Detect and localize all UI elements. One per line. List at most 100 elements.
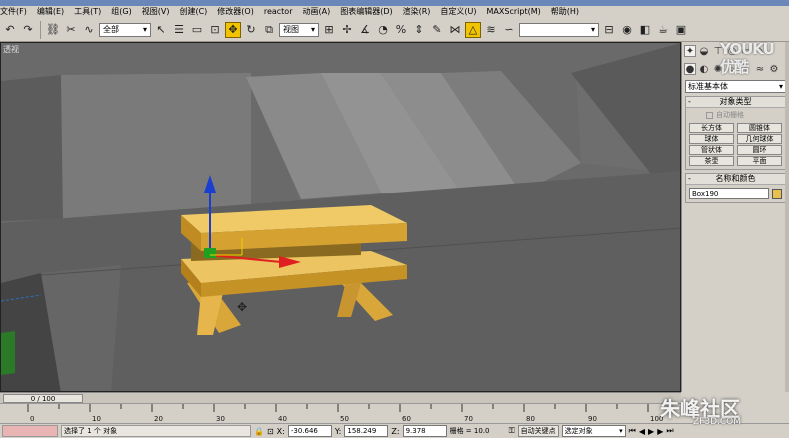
- teapot-button[interactable]: 茶壶: [689, 156, 734, 166]
- menu-views[interactable]: 视图(V): [142, 6, 170, 18]
- menu-help[interactable]: 帮助(H): [551, 6, 579, 18]
- schematic-icon[interactable]: ⊟: [601, 22, 617, 38]
- menu-create[interactable]: 创建(C): [179, 6, 207, 18]
- select-icon[interactable]: ↖: [153, 22, 169, 38]
- key-filter-value: 选定对象: [564, 427, 593, 435]
- curve-editor-icon[interactable]: ∽: [501, 22, 517, 38]
- object-color-swatch[interactable]: [772, 188, 782, 199]
- menu-bar: 文件(F) 编辑(E) 工具(T) 组(G) 视图(V) 创建(C) 修改器(O…: [0, 6, 789, 18]
- chevron-down-icon: ▾: [310, 24, 315, 34]
- render-icon[interactable]: ▣: [673, 22, 689, 38]
- selection-filter-dropdown[interactable]: 全部 ▾: [99, 22, 151, 37]
- cone-button[interactable]: 圆锥体: [737, 123, 782, 133]
- track-bar[interactable]: 0 10 20 30 40 50 60 70 80 90 100: [0, 403, 681, 423]
- menu-rendering[interactable]: 渲染(R): [403, 6, 431, 18]
- menu-modifiers[interactable]: 修改器(O): [217, 6, 254, 18]
- key-filter-dropdown[interactable]: 选定对象 ▾: [561, 425, 626, 437]
- primitive-category-dropdown[interactable]: 标准基本体 ▾: [685, 80, 786, 93]
- menu-animation[interactable]: 动画(A): [302, 6, 330, 18]
- main-toolbar: ↶ ↷ ⛓ ✂ ∿ 全部 ▾ ↖ ☰ ▭ ⊡ ✥ ↻ ⧉ 视图 ▾ ⊞ ✢ ∡ ◔ …: [0, 18, 789, 42]
- perspective-viewport[interactable]: ✥ 透视: [0, 42, 681, 392]
- object-type-header[interactable]: - 对象类型: [686, 97, 785, 108]
- menu-reactor[interactable]: reactor: [264, 6, 293, 18]
- named-selection-dropdown[interactable]: ▾: [519, 22, 599, 37]
- geometry-icon[interactable]: ●: [684, 63, 696, 75]
- ruler-tick-label: 60: [402, 415, 411, 423]
- named-selection-icon[interactable]: ✎: [429, 22, 445, 38]
- coord-system-dropdown[interactable]: 视图 ▾: [279, 22, 319, 37]
- next-frame-icon[interactable]: ▶: [657, 427, 663, 436]
- maxscript-listener-box[interactable]: [2, 425, 58, 437]
- command-panel-scrollbar[interactable]: [785, 42, 789, 392]
- snap-icon[interactable]: ∡: [357, 22, 373, 38]
- tube-button[interactable]: 管状体: [689, 145, 734, 155]
- select-by-name-icon[interactable]: ☰: [171, 22, 187, 38]
- ruler-tick-label: 50: [340, 415, 349, 423]
- scale-icon[interactable]: ⧉: [261, 22, 277, 38]
- box-button[interactable]: 长方体: [689, 123, 734, 133]
- shapes-icon[interactable]: ◐: [698, 63, 710, 75]
- align-icon[interactable]: △: [465, 21, 481, 38]
- time-slider-thumb[interactable]: 0 / 100: [3, 394, 83, 403]
- menu-customize[interactable]: 自定义(U): [440, 6, 476, 18]
- torus-button[interactable]: 圆环: [737, 145, 782, 155]
- y-coord-label: Y:: [334, 426, 342, 436]
- time-slider-track[interactable]: 0 / 100: [0, 392, 681, 403]
- modify-tab-icon[interactable]: ◒: [698, 45, 710, 57]
- pivot-icon[interactable]: ⊞: [321, 22, 337, 38]
- go-to-start-icon[interactable]: ⏮: [629, 426, 636, 436]
- link-icon[interactable]: ⛓: [45, 22, 61, 38]
- name-color-header[interactable]: - 名称和颜色: [686, 174, 785, 185]
- manipulate-icon[interactable]: ✢: [339, 22, 355, 38]
- lock-icon[interactable]: 🔒: [254, 427, 264, 436]
- ruler-tick-label: 30: [216, 415, 225, 423]
- youku-watermark-text: YOUKU 优酷: [720, 40, 775, 76]
- spinner-snap-icon[interactable]: ⇕: [411, 22, 427, 38]
- autogrid-checkbox[interactable]: [706, 111, 713, 119]
- zf3d-watermark: ZF3D.COM: [693, 417, 741, 427]
- primitive-buttons: 长方体 圆锥体 球体 几何球体 管状体 圆环 茶壶 平面: [686, 122, 785, 169]
- key-icon[interactable]: ⚿: [509, 426, 515, 436]
- rotate-icon[interactable]: ↻: [243, 22, 259, 38]
- play-icon[interactable]: ▶: [648, 427, 654, 436]
- name-row: Box190: [686, 185, 785, 202]
- z-coord-field[interactable]: 9.378: [402, 425, 447, 437]
- viewport-label[interactable]: 透视: [3, 44, 19, 55]
- menu-file[interactable]: 文件(F): [0, 6, 27, 18]
- unlink-icon[interactable]: ✂: [63, 22, 79, 38]
- go-to-end-icon[interactable]: ⏭: [666, 426, 673, 436]
- absolute-mode-icon[interactable]: ⊡: [267, 427, 274, 436]
- object-name-field[interactable]: Box190: [689, 188, 770, 199]
- redo-icon[interactable]: ↷: [20, 22, 36, 38]
- render-setup-icon[interactable]: ◧: [637, 22, 653, 38]
- autogrid-checkbox-row[interactable]: 自动栅格: [686, 108, 785, 122]
- coord-system-value: 视图: [283, 24, 299, 34]
- menu-tools[interactable]: 工具(T): [74, 6, 101, 18]
- angle-snap-icon[interactable]: ◔: [375, 22, 391, 38]
- move-icon[interactable]: ✥: [225, 21, 241, 38]
- window-crossing-icon[interactable]: ⊡: [207, 22, 223, 38]
- menu-edit[interactable]: 编辑(E): [37, 6, 64, 18]
- undo-icon[interactable]: ↶: [2, 22, 18, 38]
- command-panel: ✦ ◒ ⊤ ◎ ▭ ✎ ● ◐ ✺ ⌕ ✧ ≈ ⚙ 标准基本体 ▾ - 对象类型 自…: [681, 42, 789, 392]
- percent-snap-icon[interactable]: %: [393, 22, 409, 38]
- rollout-collapse-sign: -: [688, 97, 691, 106]
- layer-icon[interactable]: ≋: [483, 22, 499, 38]
- geosphere-button[interactable]: 几何球体: [737, 134, 782, 144]
- x-coord-field[interactable]: -30.646: [287, 425, 332, 437]
- ruler-tick-label: 80: [526, 415, 535, 423]
- create-tab-icon[interactable]: ✦: [684, 45, 696, 57]
- auto-key-button[interactable]: 自动关键点: [517, 425, 559, 437]
- material-editor-icon[interactable]: ◉: [619, 22, 635, 38]
- plane-button[interactable]: 平面: [737, 156, 782, 166]
- mirror-icon[interactable]: ⋈: [447, 22, 463, 38]
- y-coord-field[interactable]: 158.249: [344, 425, 389, 437]
- menu-graph-editors[interactable]: 图表编辑器(D): [340, 6, 392, 18]
- menu-group[interactable]: 组(G): [111, 6, 131, 18]
- rect-region-icon[interactable]: ▭: [189, 22, 205, 38]
- quick-render-icon[interactable]: ☕: [655, 22, 671, 38]
- bind-icon[interactable]: ∿: [81, 22, 97, 38]
- prev-frame-icon[interactable]: ◀: [639, 427, 645, 436]
- sphere-button[interactable]: 球体: [689, 134, 734, 144]
- menu-maxscript[interactable]: MAXScript(M): [487, 6, 541, 18]
